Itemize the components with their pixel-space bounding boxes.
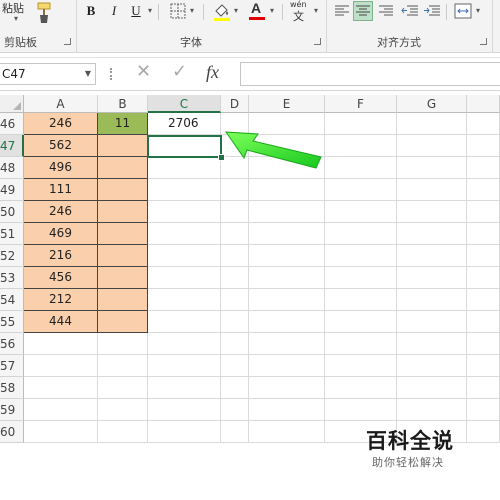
watermark-subtitle: 助你轻松解决 [372,456,444,469]
watermark-title: 百科全说 [366,429,454,453]
